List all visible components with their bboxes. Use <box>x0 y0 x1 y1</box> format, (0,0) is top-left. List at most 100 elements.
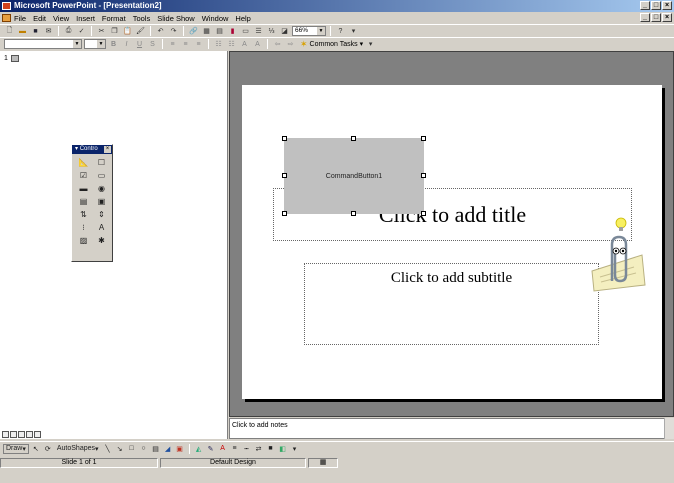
image-tool-icon[interactable]: ▨ <box>77 235 90 246</box>
spelling-status-icon[interactable]: ▦ <box>308 458 338 468</box>
copy-icon[interactable]: ❐ <box>109 26 120 36</box>
hyperlink-icon[interactable]: 🔗 <box>188 26 199 36</box>
free-rotate-icon[interactable]: ⟳ <box>43 444 53 454</box>
toggle-button-tool-icon[interactable]: ⇅ <box>77 209 90 220</box>
slide-thumbnail-icon[interactable] <box>11 55 19 62</box>
outline-view-icon[interactable] <box>10 431 17 438</box>
menu-format[interactable]: Format <box>102 14 126 23</box>
line-icon[interactable]: ╲ <box>103 444 113 454</box>
new-slide-icon[interactable]: ▭ <box>240 26 251 36</box>
shadow-icon[interactable]: S <box>147 39 158 49</box>
show-formatting-icon[interactable]: ⅓ <box>266 26 277 36</box>
underline-icon[interactable]: U <box>134 39 145 49</box>
powerpoint-app-icon[interactable] <box>2 2 11 10</box>
format-painter-icon[interactable]: 🖌 <box>135 26 146 36</box>
3d-style-icon[interactable]: ◧ <box>278 444 288 454</box>
increase-font-icon[interactable]: A <box>239 39 250 49</box>
select-objects-icon[interactable]: ↖ <box>31 444 41 454</box>
arrow-style-icon[interactable]: ⇄ <box>254 444 264 454</box>
numbering-icon[interactable]: ☷ <box>213 39 224 49</box>
resize-handle[interactable] <box>421 136 426 141</box>
bold-icon[interactable]: B <box>108 39 119 49</box>
menu-edit[interactable]: Edit <box>33 14 46 23</box>
menu-window[interactable]: Window <box>202 14 229 23</box>
align-right-icon[interactable]: ≡ <box>193 39 204 49</box>
demote-icon[interactable]: ⇨ <box>285 39 296 49</box>
resize-handle[interactable] <box>421 211 426 216</box>
resize-handle[interactable] <box>282 211 287 216</box>
toolbar-options-icon[interactable]: ▾ <box>348 26 359 36</box>
menu-file[interactable]: File <box>14 14 26 23</box>
wordart-icon[interactable]: ◢ <box>163 444 173 454</box>
help-icon[interactable]: ? <box>335 26 346 36</box>
cut-icon[interactable]: ✂ <box>96 26 107 36</box>
redo-icon[interactable]: ↷ <box>168 26 179 36</box>
undo-icon[interactable]: ↶ <box>155 26 166 36</box>
label-tool-icon[interactable]: A <box>95 222 108 233</box>
textbox-icon[interactable]: ▤ <box>151 444 161 454</box>
common-tasks-button[interactable]: ✶ Common Tasks ▾ <box>300 39 363 50</box>
resize-handle[interactable] <box>351 211 356 216</box>
paste-icon[interactable]: 📋 <box>122 26 133 36</box>
toolbar-options-icon[interactable]: ▾ <box>290 444 300 454</box>
subtitle-placeholder[interactable]: Click to add subtitle <box>304 263 599 345</box>
properties-icon[interactable]: ☐ <box>95 157 108 168</box>
textbox-tool-icon[interactable]: ▭ <box>95 170 108 181</box>
font-color-icon[interactable]: A <box>218 444 228 454</box>
control-toolbox[interactable]: ▾ Contro × 📐 ☐ ☑ ▭ ▬ ◉ ▤ ▣ ⇅ ⇕ ⁝ A ▨ ✱ <box>71 144 113 262</box>
menu-insert[interactable]: Insert <box>76 14 95 23</box>
align-left-icon[interactable]: ≡ <box>167 39 178 49</box>
promote-icon[interactable]: ⇦ <box>272 39 283 49</box>
center-icon[interactable]: ≡ <box>180 39 191 49</box>
menu-tools[interactable]: Tools <box>133 14 151 23</box>
scrollbar-tool-icon[interactable]: ⁝ <box>77 222 90 233</box>
print-icon[interactable]: ⎙ <box>63 26 74 36</box>
line-color-icon[interactable]: ✎ <box>206 444 216 454</box>
clipart-icon[interactable]: ▣ <box>175 444 185 454</box>
checkbox-tool-icon[interactable]: ☑ <box>77 170 90 181</box>
close-button[interactable]: × <box>662 1 672 10</box>
resize-handle[interactable] <box>282 136 287 141</box>
menu-slide-show[interactable]: Slide Show <box>157 14 195 23</box>
doc-close-button[interactable]: × <box>662 13 672 22</box>
oval-icon[interactable]: ○ <box>139 444 149 454</box>
resize-handle[interactable] <box>282 173 287 178</box>
office-assistant[interactable] <box>582 213 647 293</box>
toolbar-options-icon[interactable]: ▾ <box>365 39 376 49</box>
menu-help[interactable]: Help <box>235 14 250 23</box>
command-button[interactable]: CommandButton1 <box>284 138 424 214</box>
font-size-select[interactable]: ▼ <box>84 39 106 49</box>
tables-borders-icon[interactable]: ▦ <box>201 26 212 36</box>
close-icon[interactable]: × <box>104 146 111 153</box>
fill-color-icon[interactable]: ◭ <box>194 444 204 454</box>
arrow-icon[interactable]: ↘ <box>115 444 125 454</box>
slide-view-icon[interactable] <box>18 431 25 438</box>
rectangle-icon[interactable]: □ <box>127 444 137 454</box>
document-icon[interactable] <box>2 14 11 22</box>
notes-scrollbar[interactable] <box>664 418 674 439</box>
option-button-tool-icon[interactable]: ◉ <box>95 183 108 194</box>
maximize-button[interactable]: □ <box>651 1 661 10</box>
shadow-style-icon[interactable]: ■ <box>266 444 276 454</box>
minimize-button[interactable]: _ <box>640 1 650 10</box>
menu-view[interactable]: View <box>53 14 69 23</box>
combobox-tool-icon[interactable]: ▣ <box>95 196 108 207</box>
dash-style-icon[interactable]: ┅ <box>242 444 252 454</box>
normal-view-icon[interactable] <box>2 431 9 438</box>
notes-pane[interactable]: Click to add notes <box>229 418 665 439</box>
autoshapes-button[interactable]: AutoShapes ▾ <box>55 444 101 454</box>
command-button-tool-icon[interactable]: ▬ <box>77 183 90 194</box>
outline-pane[interactable]: 1 <box>0 51 228 439</box>
spin-button-tool-icon[interactable]: ⇕ <box>95 209 108 220</box>
insert-chart-icon[interactable]: ▮ <box>227 26 238 36</box>
new-icon[interactable]: 🗋 <box>4 26 15 36</box>
italic-icon[interactable]: I <box>121 39 132 49</box>
toolbox-titlebar[interactable]: ▾ Contro × <box>72 145 112 154</box>
zoom-select[interactable]: 66% ▼ <box>292 26 326 36</box>
open-icon[interactable]: ▬ <box>17 26 28 36</box>
decrease-font-icon[interactable]: A <box>252 39 263 49</box>
design-mode-icon[interactable]: 📐 <box>77 157 90 168</box>
more-controls-icon[interactable]: ✱ <box>95 235 108 246</box>
grayscale-icon[interactable]: ◪ <box>279 26 290 36</box>
resize-handle[interactable] <box>421 173 426 178</box>
